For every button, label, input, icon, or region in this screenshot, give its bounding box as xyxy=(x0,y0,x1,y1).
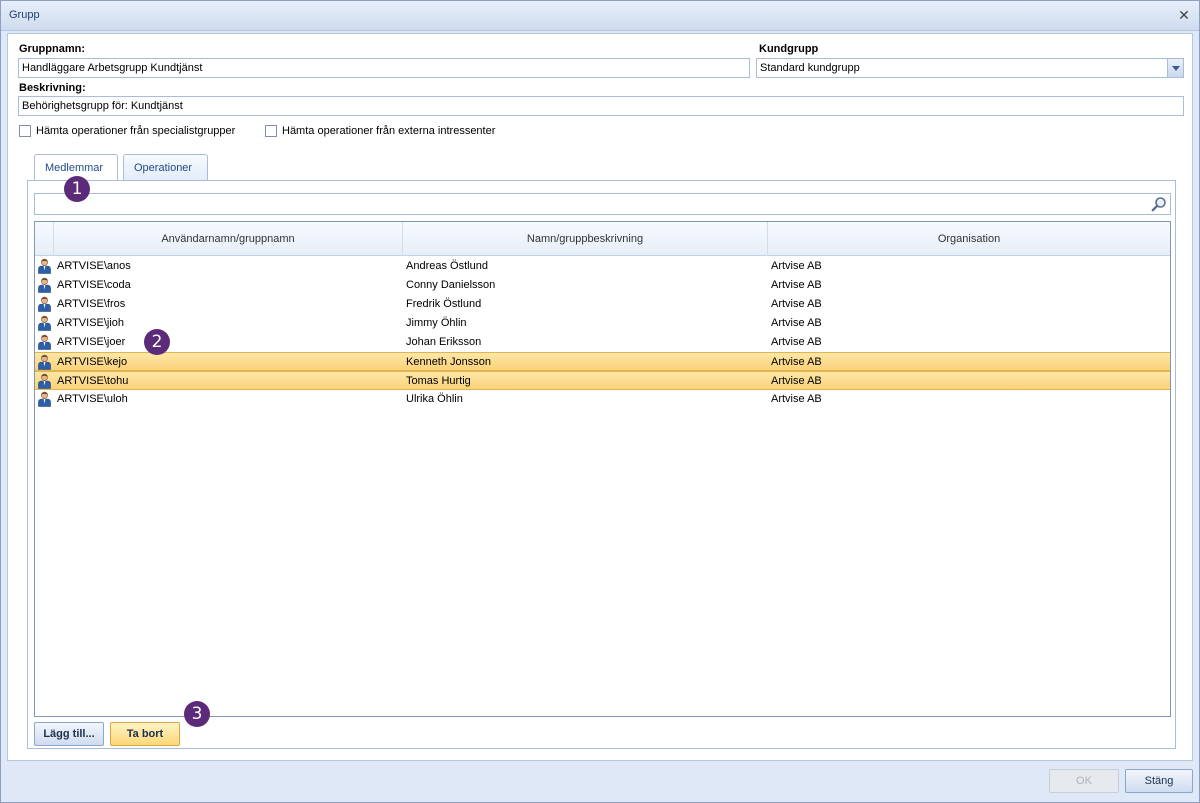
members-tab-panel: Användarnamn/gruppnamn Namn/gruppbeskriv… xyxy=(27,180,1176,749)
cell-username: ARTVISE\tohu xyxy=(57,375,129,387)
user-icon xyxy=(38,258,51,274)
close-button[interactable]: Stäng xyxy=(1125,769,1193,793)
column-header-organisation[interactable]: Organisation xyxy=(768,222,1170,256)
members-grid: Användarnamn/gruppnamn Namn/gruppbeskriv… xyxy=(34,221,1171,717)
cell-username: ARTVISE\anos xyxy=(57,260,131,272)
table-row[interactable]: ARTVISE\coda Conny Danielsson Artvise AB xyxy=(35,276,1170,295)
cell-username: ARTVISE\coda xyxy=(57,279,131,291)
tab-operationer[interactable]: Operationer xyxy=(123,154,208,180)
table-row[interactable]: ARTVISE\joer Johan Eriksson Artvise AB xyxy=(35,333,1170,352)
cell-name: Tomas Hurtig xyxy=(406,375,471,387)
cell-organisation: Artvise AB xyxy=(771,336,822,348)
group-dialog: Grupp ✕ Gruppnamn: Handläggare Arbetsgru… xyxy=(0,0,1200,803)
table-row[interactable]: ARTVISE\tohu Tomas Hurtig Artvise AB xyxy=(35,371,1170,390)
table-row[interactable]: ARTVISE\fros Fredrik Östlund Artvise AB xyxy=(35,295,1170,314)
cell-name: Fredrik Östlund xyxy=(406,298,482,310)
user-icon xyxy=(38,315,51,331)
cell-name: Kenneth Jonsson xyxy=(406,356,492,368)
column-header-username[interactable]: Användarnamn/gruppnamn xyxy=(54,222,403,256)
search-icon[interactable] xyxy=(1151,196,1167,212)
grid-header: Användarnamn/gruppnamn Namn/gruppbeskriv… xyxy=(35,222,1170,256)
user-icon xyxy=(38,354,51,370)
callout-1: 1 xyxy=(64,176,90,202)
cell-name: Johan Eriksson xyxy=(406,336,482,348)
beskrivning-label: Beskrivning: xyxy=(19,82,86,94)
window-title: Grupp xyxy=(9,9,40,21)
cell-organisation: Artvise AB xyxy=(771,356,822,368)
close-icon[interactable]: ✕ xyxy=(1177,8,1191,22)
table-row[interactable]: ARTVISE\kejo Kenneth Jonsson Artvise AB xyxy=(35,352,1170,371)
cell-organisation: Artvise AB xyxy=(771,260,822,272)
kundgrupp-label: Kundgrupp xyxy=(759,43,819,55)
search-input[interactable] xyxy=(35,194,1145,214)
specialist-checkbox-label: Hämta operationer från specialistgrupper xyxy=(36,125,236,137)
user-icon xyxy=(38,373,51,389)
cell-name: Conny Danielsson xyxy=(406,279,496,291)
user-icon xyxy=(38,277,51,293)
chevron-down-icon[interactable] xyxy=(1167,59,1183,77)
user-icon xyxy=(38,391,51,407)
table-row[interactable]: ARTVISE\uloh Ulrika Öhlin Artvise AB xyxy=(35,390,1170,409)
specialist-checkbox[interactable] xyxy=(19,125,31,137)
user-icon xyxy=(38,296,51,312)
title-bar: Grupp ✕ xyxy=(1,1,1199,31)
table-row[interactable]: ARTVISE\anos Andreas Östlund Artvise AB xyxy=(35,257,1170,276)
remove-member-button[interactable]: Ta bort xyxy=(110,722,180,746)
kundgrupp-select[interactable]: Standard kundgrupp xyxy=(756,58,1184,78)
dialog-content: Gruppnamn: Handläggare Arbetsgrupp Kundt… xyxy=(7,33,1193,761)
cell-name: Ulrika Öhlin xyxy=(406,393,463,405)
table-row[interactable]: ARTVISE\jioh Jimmy Öhlin Artvise AB xyxy=(35,314,1170,333)
gruppnamn-input[interactable]: Handläggare Arbetsgrupp Kundtjänst xyxy=(18,58,750,78)
cell-organisation: Artvise AB xyxy=(771,317,822,329)
user-icon xyxy=(38,334,51,350)
cell-organisation: Artvise AB xyxy=(771,375,822,387)
callout-2: 2 xyxy=(144,329,170,355)
kundgrupp-selected-value: Standard kundgrupp xyxy=(760,62,860,74)
cell-username: ARTVISE\joer xyxy=(57,336,126,348)
search-box[interactable] xyxy=(34,193,1171,215)
ok-button[interactable]: OK xyxy=(1049,769,1119,793)
cell-organisation: Artvise AB xyxy=(771,279,822,291)
column-header-name[interactable]: Namn/gruppbeskrivning xyxy=(403,222,768,256)
cell-username: ARTVISE\kejo xyxy=(57,356,128,368)
cell-username: ARTVISE\fros xyxy=(57,298,126,310)
externa-checkbox-label: Hämta operationer från externa intressen… xyxy=(282,125,496,137)
cell-organisation: Artvise AB xyxy=(771,393,822,405)
beskrivning-input[interactable]: Behörighetsgrupp för: Kundtjänst xyxy=(18,96,1184,116)
cell-username: ARTVISE\jioh xyxy=(57,317,125,329)
header-icon-column xyxy=(35,222,54,256)
externa-checkbox[interactable] xyxy=(265,125,277,137)
specialist-checkbox-row[interactable]: Hämta operationer från specialistgrupper xyxy=(19,125,235,137)
gruppnamn-label: Gruppnamn: xyxy=(19,43,85,55)
externa-checkbox-row[interactable]: Hämta operationer från externa intressen… xyxy=(265,125,495,137)
add-member-button[interactable]: Lägg till... xyxy=(34,722,104,746)
cell-name: Jimmy Öhlin xyxy=(406,317,467,329)
cell-username: ARTVISE\uloh xyxy=(57,393,128,405)
cell-organisation: Artvise AB xyxy=(771,298,822,310)
callout-3: 3 xyxy=(184,701,210,727)
cell-name: Andreas Östlund xyxy=(406,260,488,272)
